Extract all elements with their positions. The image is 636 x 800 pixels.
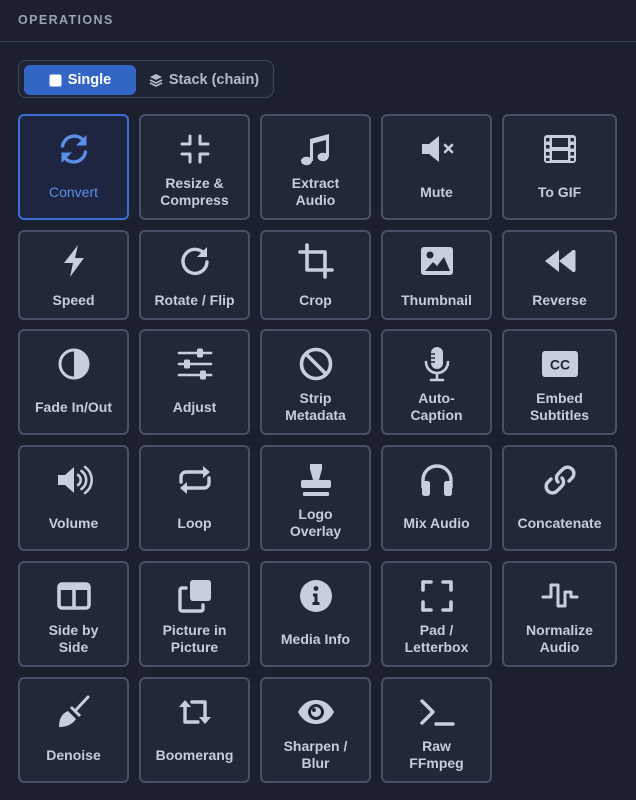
op-strip-metadata[interactable]: Strip Metadata xyxy=(260,329,371,435)
op-mute[interactable]: Mute xyxy=(381,114,492,220)
layers-icon xyxy=(149,73,163,87)
op-boomerang[interactable]: Boomerang xyxy=(139,677,250,783)
stamp-icon xyxy=(262,461,369,499)
mode-single-button[interactable]: Single xyxy=(24,65,136,95)
half-circle-icon xyxy=(20,345,127,383)
op-adjust[interactable]: Adjust xyxy=(139,329,250,435)
op-label: Side by Side xyxy=(48,622,99,655)
op-denoise[interactable]: Denoise xyxy=(18,677,129,783)
broom-icon xyxy=(20,693,127,731)
op-pad-letterbox[interactable]: Pad / Letterbox xyxy=(381,561,492,667)
repeat-icon xyxy=(141,461,248,499)
op-label: Auto- Caption xyxy=(410,390,463,423)
section-title: OPERATIONS xyxy=(18,13,114,27)
op-mix-audio[interactable]: Mix Audio xyxy=(381,445,492,551)
op-media-info[interactable]: Media Info xyxy=(260,561,371,667)
op-label: Loop xyxy=(177,514,212,531)
crop-icon xyxy=(262,242,369,280)
op-label: Volume xyxy=(48,514,99,531)
op-label: Fade In/Out xyxy=(35,398,112,415)
sliders-icon xyxy=(141,345,248,383)
clone-icon xyxy=(141,577,248,615)
film-icon xyxy=(504,130,615,168)
mode-stack-button[interactable]: Stack (chain) xyxy=(139,65,269,95)
op-label: Speed xyxy=(52,291,95,308)
refresh-icon xyxy=(20,130,127,168)
op-label: Pad / Letterbox xyxy=(404,622,469,655)
op-label: Mute xyxy=(420,183,453,200)
op-label: Picture in Picture xyxy=(162,622,227,655)
volume-high-icon xyxy=(20,461,127,499)
op-label: Crop xyxy=(299,291,332,308)
op-picture-in-picture[interactable]: Picture in Picture xyxy=(139,561,250,667)
retweet-icon xyxy=(141,693,248,731)
op-label: Boomerang xyxy=(155,746,234,763)
image-icon xyxy=(383,242,490,280)
op-label: Thumbnail xyxy=(401,291,472,308)
op-label: Mix Audio xyxy=(403,514,470,531)
music-note-icon xyxy=(262,130,369,168)
eye-icon xyxy=(262,693,369,731)
rotate-icon xyxy=(141,242,248,280)
op-embed-subtitles[interactable]: CC Embed Subtitles xyxy=(502,329,617,435)
columns-icon xyxy=(20,577,127,615)
op-label: Denoise xyxy=(46,746,101,763)
op-normalize-audio[interactable]: Normalize Audio xyxy=(502,561,617,667)
op-label: Embed Subtitles xyxy=(529,390,590,423)
op-speed[interactable]: Speed xyxy=(18,230,129,320)
op-logo-overlay[interactable]: Logo Overlay xyxy=(260,445,371,551)
link-icon xyxy=(504,461,615,499)
op-label: Resize & Compress xyxy=(160,175,229,208)
headphones-icon xyxy=(383,461,490,499)
op-to-gif[interactable]: To GIF xyxy=(502,114,617,220)
op-fade-in-out[interactable]: Fade In/Out xyxy=(18,329,129,435)
microphone-icon xyxy=(383,345,490,383)
op-label: Normalize Audio xyxy=(526,622,593,655)
terminal-icon xyxy=(383,693,490,731)
op-rotate-flip[interactable]: Rotate / Flip xyxy=(139,230,250,320)
op-label: Rotate / Flip xyxy=(154,291,235,308)
op-loop[interactable]: Loop xyxy=(139,445,250,551)
op-label: Concatenate xyxy=(517,514,602,531)
op-concatenate[interactable]: Concatenate xyxy=(502,445,617,551)
lightning-icon xyxy=(20,242,127,280)
op-label: Sharpen / Blur xyxy=(283,738,348,771)
volume-mute-icon xyxy=(383,130,490,168)
closed-captions-icon: CC xyxy=(504,345,615,383)
op-auto-caption[interactable]: Auto- Caption xyxy=(381,329,492,435)
waveform-icon xyxy=(504,577,615,615)
op-sharpen-blur[interactable]: Sharpen / Blur xyxy=(260,677,371,783)
op-label: Extract Audio xyxy=(291,175,340,208)
op-thumbnail[interactable]: Thumbnail xyxy=(381,230,492,320)
op-label: Reverse xyxy=(532,291,587,308)
operations-header: OPERATIONS xyxy=(0,0,636,42)
info-circle-icon xyxy=(262,577,369,615)
compress-icon xyxy=(141,130,248,168)
op-label: To GIF xyxy=(537,183,582,200)
mode-single-label: Single xyxy=(67,72,112,88)
backward-icon xyxy=(504,242,615,280)
op-crop[interactable]: Crop xyxy=(260,230,371,320)
expand-icon xyxy=(383,577,490,615)
ban-icon xyxy=(262,345,369,383)
op-label: Strip Metadata xyxy=(285,390,346,423)
op-extract-audio[interactable]: Extract Audio xyxy=(260,114,371,220)
mode-stack-label: Stack (chain) xyxy=(168,72,260,88)
op-raw-ffmpeg[interactable]: Raw FFmpeg xyxy=(381,677,492,783)
op-label: Media Info xyxy=(280,630,351,647)
op-label: Convert xyxy=(48,183,99,200)
op-reverse[interactable]: Reverse xyxy=(502,230,617,320)
op-side-by-side[interactable]: Side by Side xyxy=(18,561,129,667)
square-icon xyxy=(49,74,62,87)
op-volume[interactable]: Volume xyxy=(18,445,129,551)
op-label: Adjust xyxy=(172,398,217,415)
svg-text:CC: CC xyxy=(549,357,569,373)
op-convert[interactable]: Convert xyxy=(18,114,129,220)
mode-toggle: Single Stack (chain) xyxy=(18,60,274,98)
op-resize-compress[interactable]: Resize & Compress xyxy=(139,114,250,220)
op-label: Raw FFmpeg xyxy=(409,738,464,771)
op-label: Logo Overlay xyxy=(289,506,342,539)
